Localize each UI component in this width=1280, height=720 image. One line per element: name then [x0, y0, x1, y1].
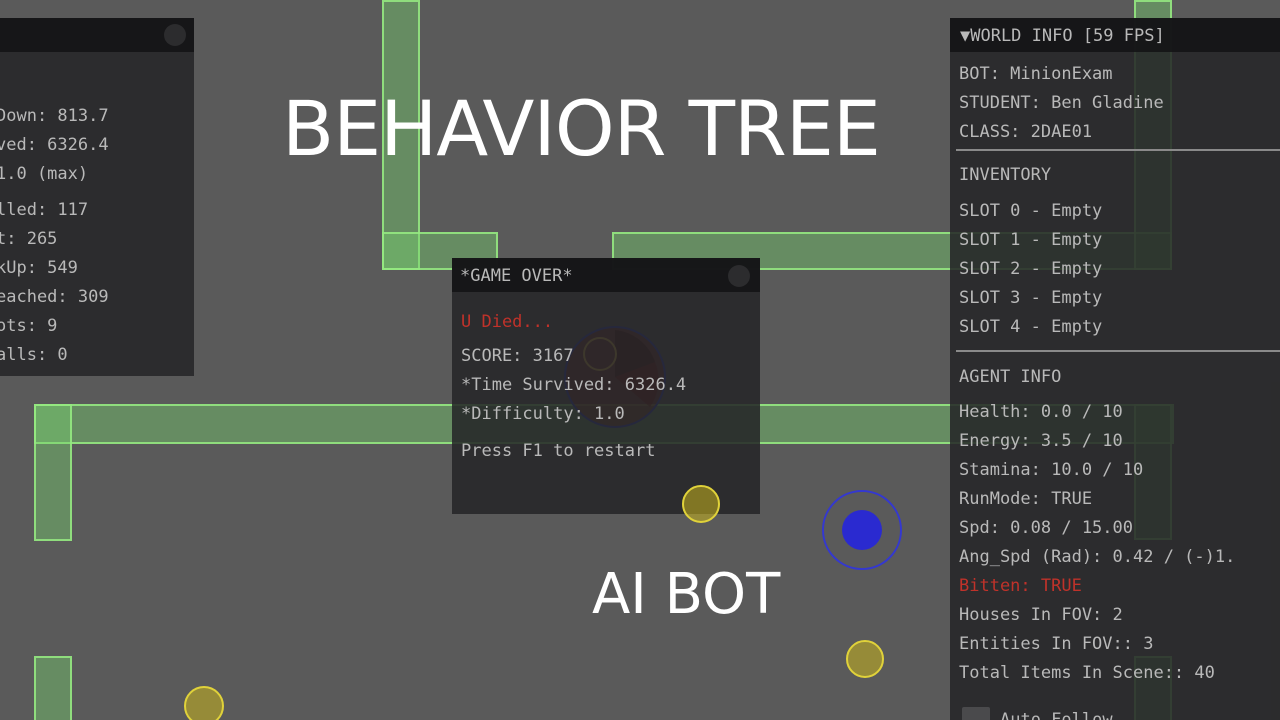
total-items-text: Total Items In Scene:: 40 — [959, 663, 1215, 683]
auto-follow-checkbox[interactable] — [962, 707, 990, 720]
game-over-dialog: *GAME OVER* U Died... SCORE: 3167 *Time … — [452, 258, 760, 514]
item-pickup — [682, 485, 720, 523]
bitten-text: Bitten: TRUE — [959, 576, 1082, 596]
stat-line: Down: 813.7 — [0, 106, 109, 126]
stats-panel-collapse-button[interactable] — [164, 24, 186, 46]
energy-text: Energy: 3.5 / 10 — [959, 431, 1123, 451]
divider — [956, 350, 1280, 352]
game-over-close-button[interactable] — [728, 265, 750, 287]
died-message: U Died... — [461, 312, 554, 332]
world-info-header[interactable]: ▼WORLD INFO [59 FPS] — [960, 26, 1165, 46]
health-text: Health: 0.0 / 10 — [959, 402, 1123, 422]
inventory-slot: SLOT 0 - Empty — [959, 201, 1103, 221]
angular-speed-text: Ang_Spd (Rad): 0.42 / (-)1. — [959, 547, 1236, 567]
difficulty-text: *Difficulty: 1.0 — [461, 404, 625, 424]
stat-line: kUp: 549 — [0, 258, 78, 278]
wall-vertical-bottom-left — [34, 656, 72, 720]
stamina-text: Stamina: 10.0 / 10 — [959, 460, 1144, 480]
stat-line: ved: 6326.4 — [0, 135, 109, 155]
game-viewport: Down: 813.7 ved: 6326.4 1.0 (max) lled: … — [0, 0, 1280, 720]
houses-in-fov-text: Houses In FOV: 2 — [959, 605, 1123, 625]
inventory-slot: SLOT 1 - Empty — [959, 230, 1103, 250]
inventory-slot: SLOT 2 - Empty — [959, 259, 1103, 279]
inventory-slot: SLOT 3 - Empty — [959, 288, 1103, 308]
stat-line: ots: 9 — [0, 316, 58, 336]
restart-hint: Press F1 to restart — [461, 441, 656, 461]
stat-line: eached: 309 — [0, 287, 109, 307]
wall-vertical-left — [34, 404, 72, 541]
stat-line: t: 265 — [0, 229, 58, 249]
stats-panel: Down: 813.7 ved: 6326.4 1.0 (max) lled: … — [0, 18, 194, 376]
inventory-slot: SLOT 4 - Empty — [959, 317, 1103, 337]
stat-line: 1.0 (max) — [0, 164, 89, 184]
divider — [956, 149, 1280, 151]
overlay-subtitle: AI BOT — [592, 562, 781, 627]
item-pickup — [184, 686, 224, 720]
speed-text: Spd: 0.08 / 15.00 — [959, 518, 1133, 538]
auto-follow-label[interactable]: Auto Follow — [1000, 710, 1113, 720]
class-name: CLASS: 2DAE01 — [959, 122, 1093, 142]
score-text: SCORE: 3167 — [461, 346, 574, 366]
game-over-title: *GAME OVER* — [460, 266, 573, 286]
time-survived-text: *Time Survived: 6326.4 — [461, 375, 687, 395]
item-pickup — [846, 640, 884, 678]
runmode-text: RunMode: TRUE — [959, 489, 1093, 509]
student-name: STUDENT: Ben Gladine — [959, 93, 1164, 113]
overlay-title: BEHAVIOR TREE — [282, 84, 881, 173]
entities-in-fov-text: Entities In FOV:: 3 — [959, 634, 1154, 654]
agent-body — [842, 510, 882, 550]
world-info-panel: ▼WORLD INFO [59 FPS] BOT: MinionExam STU… — [950, 18, 1280, 720]
bot-name: BOT: MinionExam — [959, 64, 1113, 84]
stat-line: alls: 0 — [0, 345, 68, 365]
stat-line: lled: 117 — [0, 200, 89, 220]
agent-info-title: AGENT INFO — [959, 367, 1062, 387]
inventory-title: INVENTORY — [959, 165, 1052, 185]
